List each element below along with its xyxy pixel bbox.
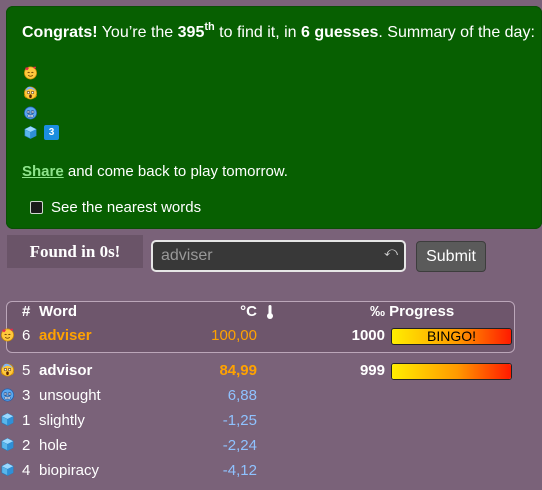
guess-temperature: 100,00 [211,327,257,344]
table-row: 4 biopiracy -4,12 [0,462,542,482]
col-num-header: # [22,303,31,320]
guess-temperature: -2,24 [222,437,257,454]
guess-temperature: -1,25 [222,412,257,429]
summary-line [23,104,38,120]
guess-temperature: 6,88 [227,387,257,404]
guess-word: advisor [39,362,93,379]
result-panel: Congrats! You’re the 395th to find it, i… [6,6,542,229]
guess-number: 6 [22,327,31,344]
summary-line: 3 [23,124,59,140]
thermometer-icon [265,304,275,324]
ice-cube-icon [0,462,15,477]
count-badge: 3 [44,124,59,140]
nearest-words-toggle[interactable]: See the nearest words [30,199,201,216]
guess-number: 2 [22,437,31,454]
col-word-header: Word [39,303,78,320]
table-row: 2 hole -2,24 [0,437,542,457]
face-with-hearts-icon [0,327,15,342]
ice-cube-icon [0,412,15,427]
share-link[interactable]: Share [22,163,64,180]
guess-word: biopiracy [39,462,100,479]
table-row-latest: 6 adviser 100,00 1000 BINGO! [0,327,542,347]
guess-word: hole [39,437,68,454]
guess-word: unsought [39,387,101,404]
nearest-words-label: See the nearest words [51,199,202,216]
ice-cube-icon [0,437,15,452]
progress-bar: BINGO! [391,328,512,345]
congrats-message: Congrats! You’re the 395th to find it, i… [22,21,535,42]
progress-bar [391,363,512,380]
guess-progress: 1000 [351,327,385,344]
share-line: Share and come back to play tomorrow. [22,163,288,180]
guess-temperature: 84,99 [219,362,257,379]
cold-face-icon [23,105,38,120]
cold-face-icon [0,387,15,402]
col-temp-header: °C [240,303,257,320]
nearest-words-checkbox[interactable] [30,201,43,214]
bingo-label: BINGO! [426,328,476,344]
found-timer: Found in 0s! [7,235,143,268]
undo-icon[interactable]: ⤺ [384,244,398,260]
col-progress-header: ‰ Progress [370,303,455,320]
ice-cube-icon [23,125,38,140]
table-row: 3 unsought 6,88 [0,387,542,407]
guess-number: 4 [22,462,31,479]
guess-word: adviser [39,327,92,344]
guess-word: slightly [39,412,85,429]
summary-line [23,64,38,80]
progress-bar-fill [392,364,511,379]
screaming-face-icon [0,362,15,377]
submit-button[interactable]: Submit [416,241,486,272]
guess-number: 1 [22,412,31,429]
table-row: 5 advisor 84,99 999 [0,362,542,382]
summary-line [23,84,38,100]
guess-temperature: -4,12 [222,462,257,479]
face-with-hearts-icon [23,65,38,80]
guess-progress: 999 [359,362,385,379]
guess-number: 3 [22,387,31,404]
screaming-face-icon [23,85,38,100]
table-row: 1 slightly -1,25 [0,412,542,432]
guess-number: 5 [22,362,31,379]
guess-input[interactable] [151,240,406,272]
table-header-row: # Word °C ‰ Progress [0,303,542,323]
